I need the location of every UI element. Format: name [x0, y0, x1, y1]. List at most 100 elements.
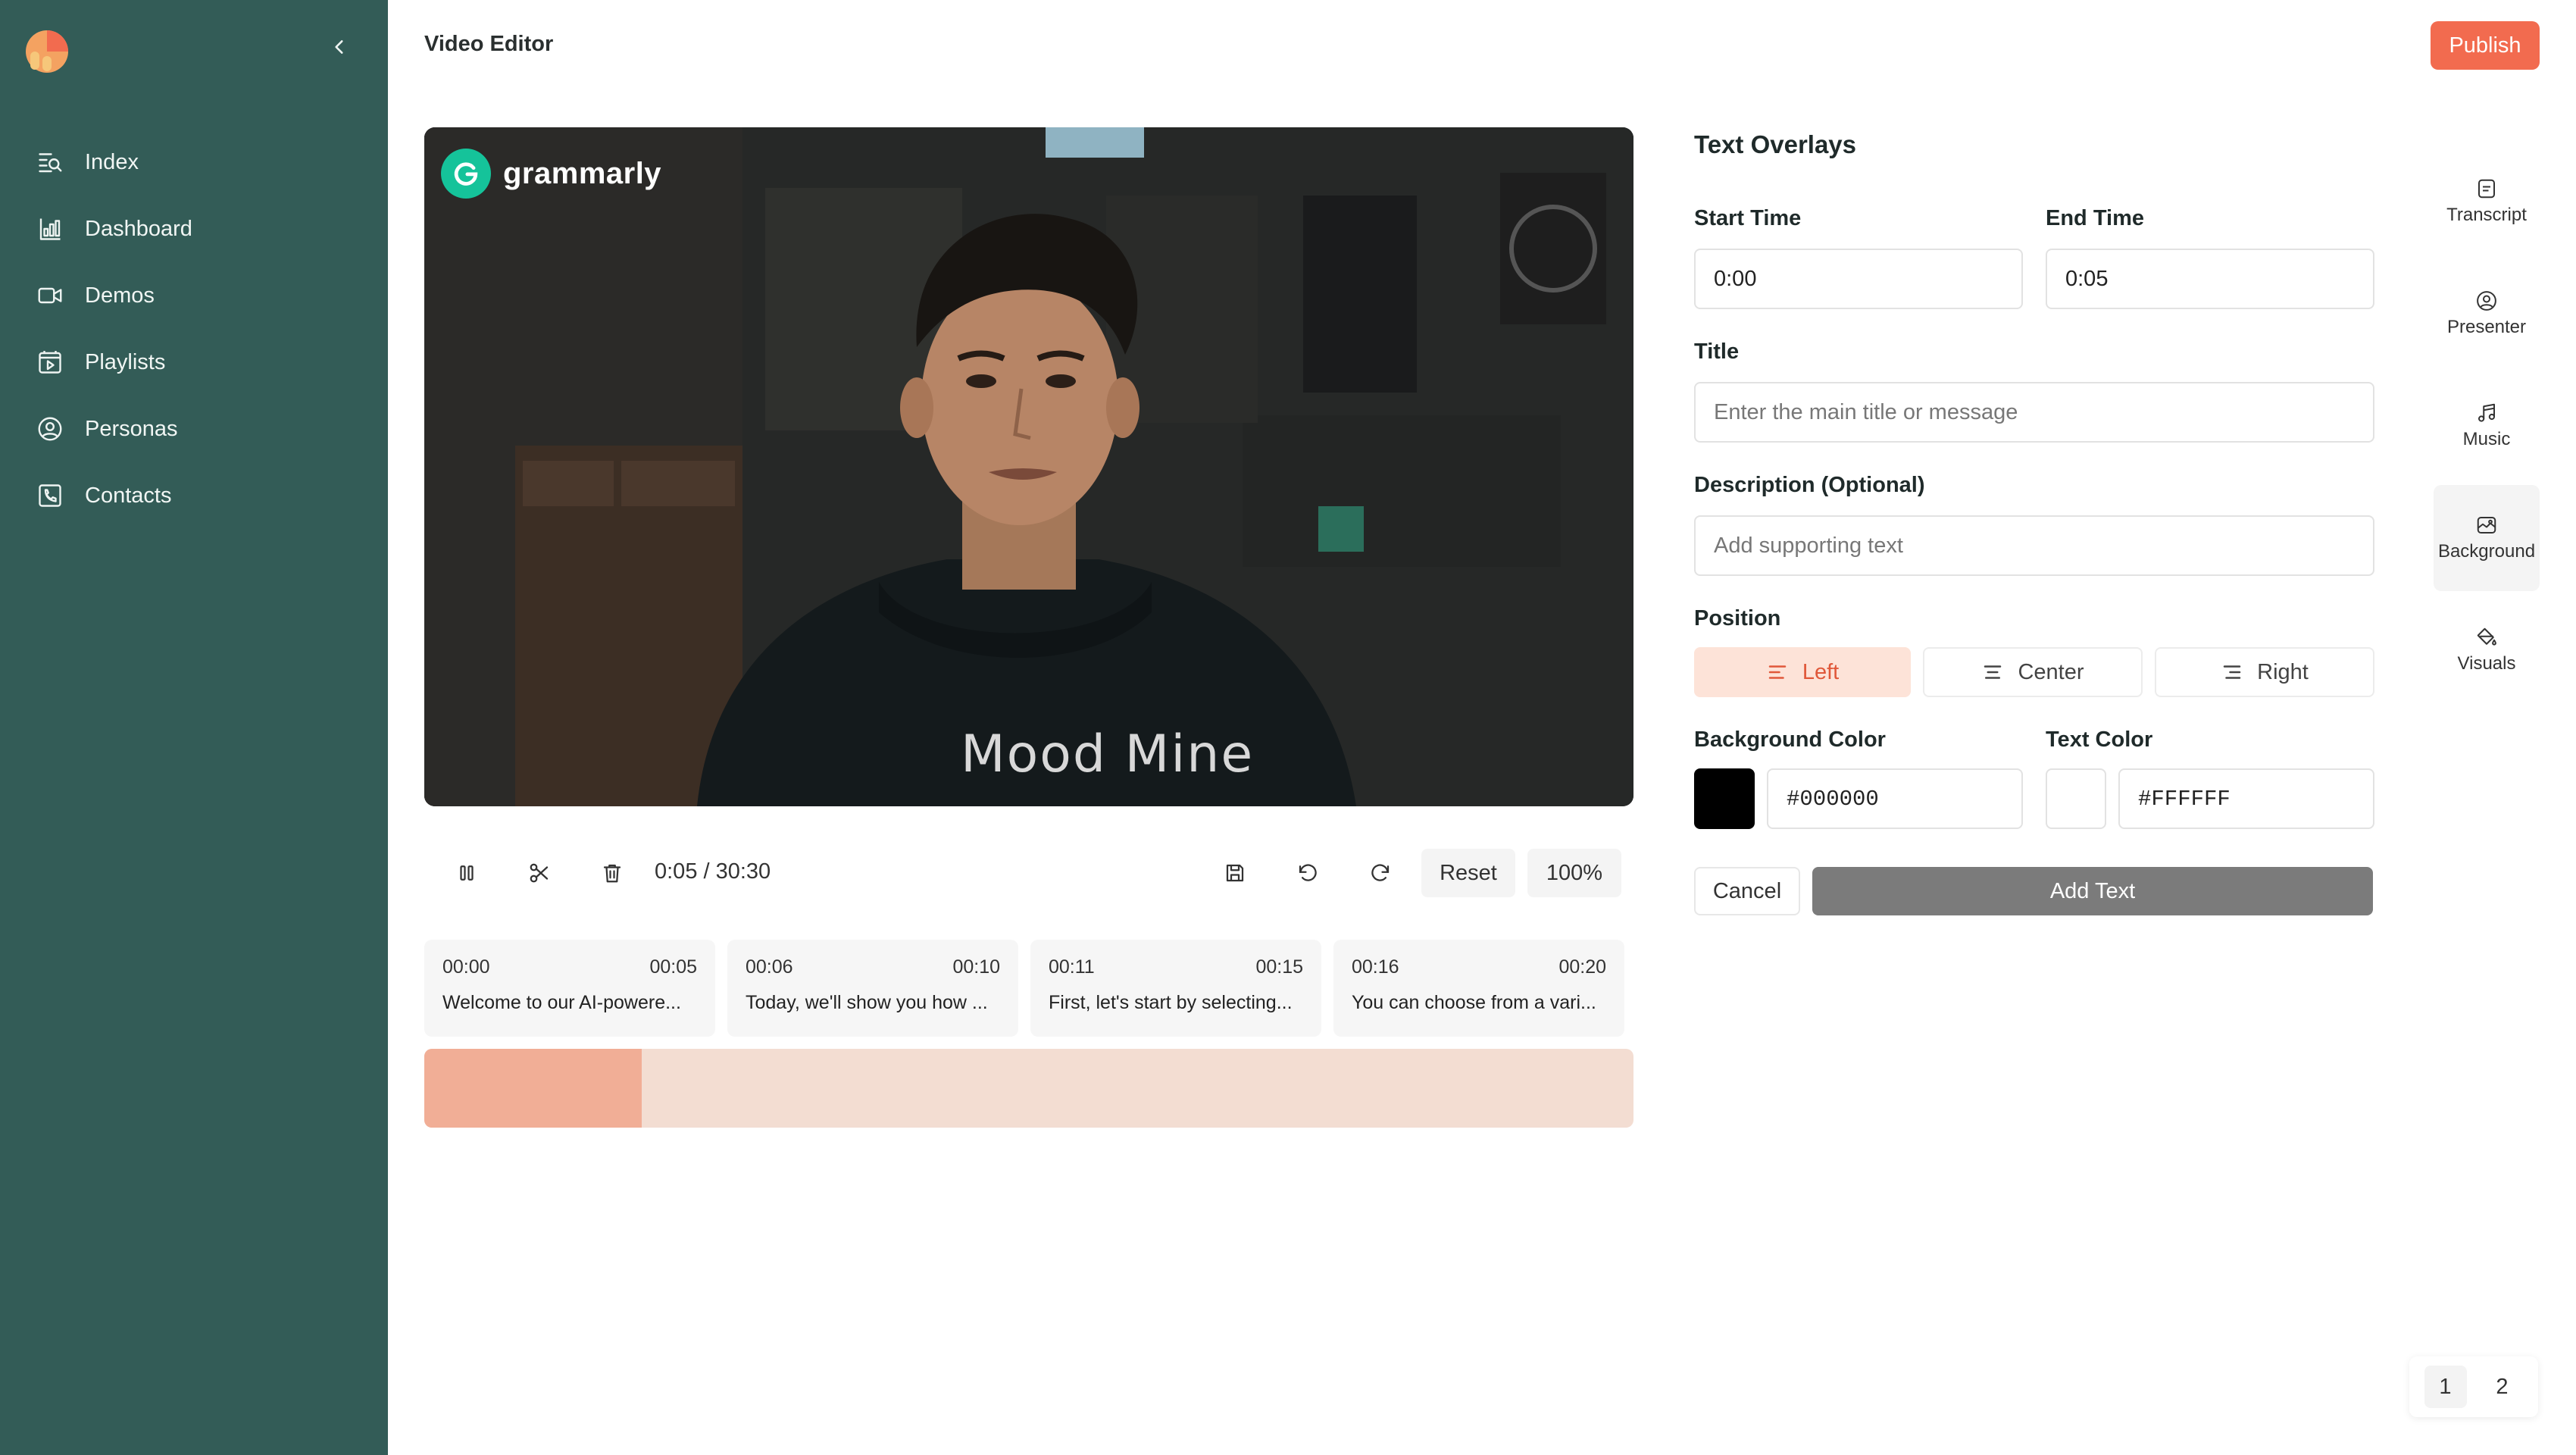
publish-button[interactable]: Publish: [2431, 21, 2540, 70]
trash-icon: [603, 864, 621, 883]
segment-end: 00:20: [1558, 956, 1606, 978]
brand-watermark: grammarly: [441, 149, 661, 199]
description-label: Description (Optional): [1694, 473, 1925, 497]
reset-button[interactable]: Reset: [1421, 849, 1515, 897]
scissors-icon: [530, 863, 549, 883]
sidebar-item-playlists[interactable]: Playlists: [35, 329, 353, 396]
segment-end: 00:05: [649, 956, 697, 978]
sidebar-item-label: Demos: [85, 283, 155, 308]
undo-icon: [1299, 864, 1317, 881]
music-icon: [2478, 403, 2495, 422]
segment-card[interactable]: 00:16 00:20 You can choose from a vari...: [1333, 940, 1624, 1037]
sidebar-item-label: Dashboard: [85, 216, 192, 241]
sidebar-item-demos[interactable]: Demos: [35, 262, 353, 329]
shirt-print-text: Mood Mine: [961, 724, 1255, 784]
page-title: Video Editor: [424, 32, 554, 56]
align-right-icon: [2223, 665, 2241, 679]
collapse-sidebar-button[interactable]: [326, 33, 353, 61]
video-frame: [424, 127, 1633, 806]
save-button[interactable]: [1215, 853, 1255, 893]
pause-button[interactable]: [447, 853, 486, 893]
position-right-label: Right: [2257, 659, 2309, 684]
background-color-label: Background Color: [1694, 728, 1886, 752]
app-logo[interactable]: [23, 23, 76, 76]
title-label: Title: [1694, 340, 1740, 364]
redo-icon: [1371, 864, 1390, 881]
align-left-icon: [1768, 665, 1787, 679]
segment-start: 00:00: [442, 956, 490, 978]
text-overlays-panel: Text Overlays Start Time End Time Title …: [1694, 0, 2376, 985]
segment-text: Welcome to our AI-powere...: [442, 992, 681, 1013]
segment-card[interactable]: 00:11 00:15 First, let's start by selecti…: [1030, 940, 1321, 1037]
position-left-button[interactable]: Left: [1694, 647, 1911, 697]
rail-item-label: Background: [2437, 541, 2536, 562]
rail-item-presenter[interactable]: Presenter: [2434, 261, 2540, 367]
contacts-icon: [35, 480, 65, 511]
time-readout: 0:05 / 30:30: [655, 859, 771, 884]
segment-start: 00:06: [746, 956, 793, 978]
position-center-button[interactable]: Center: [1923, 647, 2143, 697]
align-center-icon: [1984, 665, 2002, 679]
undo-button[interactable]: [1288, 853, 1327, 893]
rail-item-label: Music: [2462, 429, 2511, 449]
position-center-label: Center: [2018, 659, 2084, 684]
cut-button[interactable]: [520, 853, 559, 893]
add-text-button[interactable]: Add Text: [1812, 867, 2373, 915]
timeline-track[interactable]: [424, 1049, 1633, 1128]
segment-end: 00:10: [952, 956, 1000, 978]
segment-card[interactable]: 00:00 00:05 Welcome to our AI-powere...: [424, 940, 715, 1037]
brand-name: grammarly: [503, 156, 662, 190]
background-color-swatch[interactable]: [1694, 768, 1755, 829]
delete-button[interactable]: [592, 853, 632, 893]
sidebar-nav: Index Dashboard Demos Playlists Personas: [35, 129, 353, 529]
sidebar-item-label: Contacts: [85, 483, 172, 508]
transcript-segments: 00:00 00:05 Welcome to our AI-powere... 0…: [424, 940, 1633, 1037]
segment-start: 00:11: [1049, 956, 1095, 978]
end-time-label: End Time: [2046, 206, 2144, 230]
persona-icon: [35, 414, 65, 444]
sidebar-item-index[interactable]: Index: [35, 129, 353, 196]
background-color-input[interactable]: [1767, 768, 2023, 829]
transcript-icon: [2478, 179, 2495, 199]
zoom-level-button[interactable]: 100%: [1527, 849, 1621, 897]
index-icon: [35, 147, 65, 177]
page-button-1[interactable]: 1: [2424, 1366, 2467, 1408]
rail-item-background[interactable]: Background: [2434, 485, 2540, 591]
position-left-label: Left: [1802, 659, 1840, 684]
page-button-2[interactable]: 2: [2481, 1366, 2524, 1408]
position-label: Position: [1694, 606, 1781, 630]
segment-start: 00:16: [1352, 956, 1399, 978]
description-input[interactable]: [1694, 515, 2374, 576]
save-icon: [1226, 864, 1244, 882]
sidebar-item-label: Personas: [85, 416, 178, 441]
background-icon: [2477, 517, 2496, 534]
tool-rail: Transcript Presenter Music Background Vi…: [2434, 149, 2540, 709]
segment-text: Today, we'll show you how ...: [746, 992, 988, 1013]
sidebar-item-label: Index: [85, 149, 139, 174]
text-color-input[interactable]: [2118, 768, 2374, 829]
video-preview[interactable]: grammarly Mood Mine: [424, 127, 1633, 806]
panel-title: Text Overlays: [1694, 130, 1857, 158]
text-color-label: Text Color: [2046, 728, 2153, 752]
rail-item-visuals[interactable]: Visuals: [2434, 597, 2540, 703]
start-time-input[interactable]: [1694, 249, 2023, 309]
sidebar-item-contacts[interactable]: Contacts: [35, 462, 353, 529]
end-time-input[interactable]: [2046, 249, 2374, 309]
rail-item-transcript[interactable]: Transcript: [2434, 149, 2540, 255]
title-input[interactable]: [1694, 382, 2374, 443]
sidebar-item-personas[interactable]: Personas: [35, 396, 353, 462]
redo-button[interactable]: [1361, 853, 1400, 893]
pagination: 1 2: [2409, 1356, 2538, 1417]
segment-text: You can choose from a vari...: [1352, 992, 1596, 1013]
text-color-swatch[interactable]: [2046, 768, 2106, 829]
sidebar-item-dashboard[interactable]: Dashboard: [35, 196, 353, 262]
presenter-icon: [2477, 291, 2496, 311]
segment-card[interactable]: 00:06 00:10 Today, we'll show you how ...: [727, 940, 1018, 1037]
position-right-button[interactable]: Right: [2155, 647, 2374, 697]
cancel-button[interactable]: Cancel: [1694, 867, 1800, 915]
timeline-progress[interactable]: [424, 1049, 642, 1128]
segment-end: 00:15: [1255, 956, 1303, 978]
rail-item-label: Transcript: [2446, 205, 2527, 225]
rail-item-music[interactable]: Music: [2434, 373, 2540, 479]
start-time-label: Start Time: [1694, 206, 1802, 230]
